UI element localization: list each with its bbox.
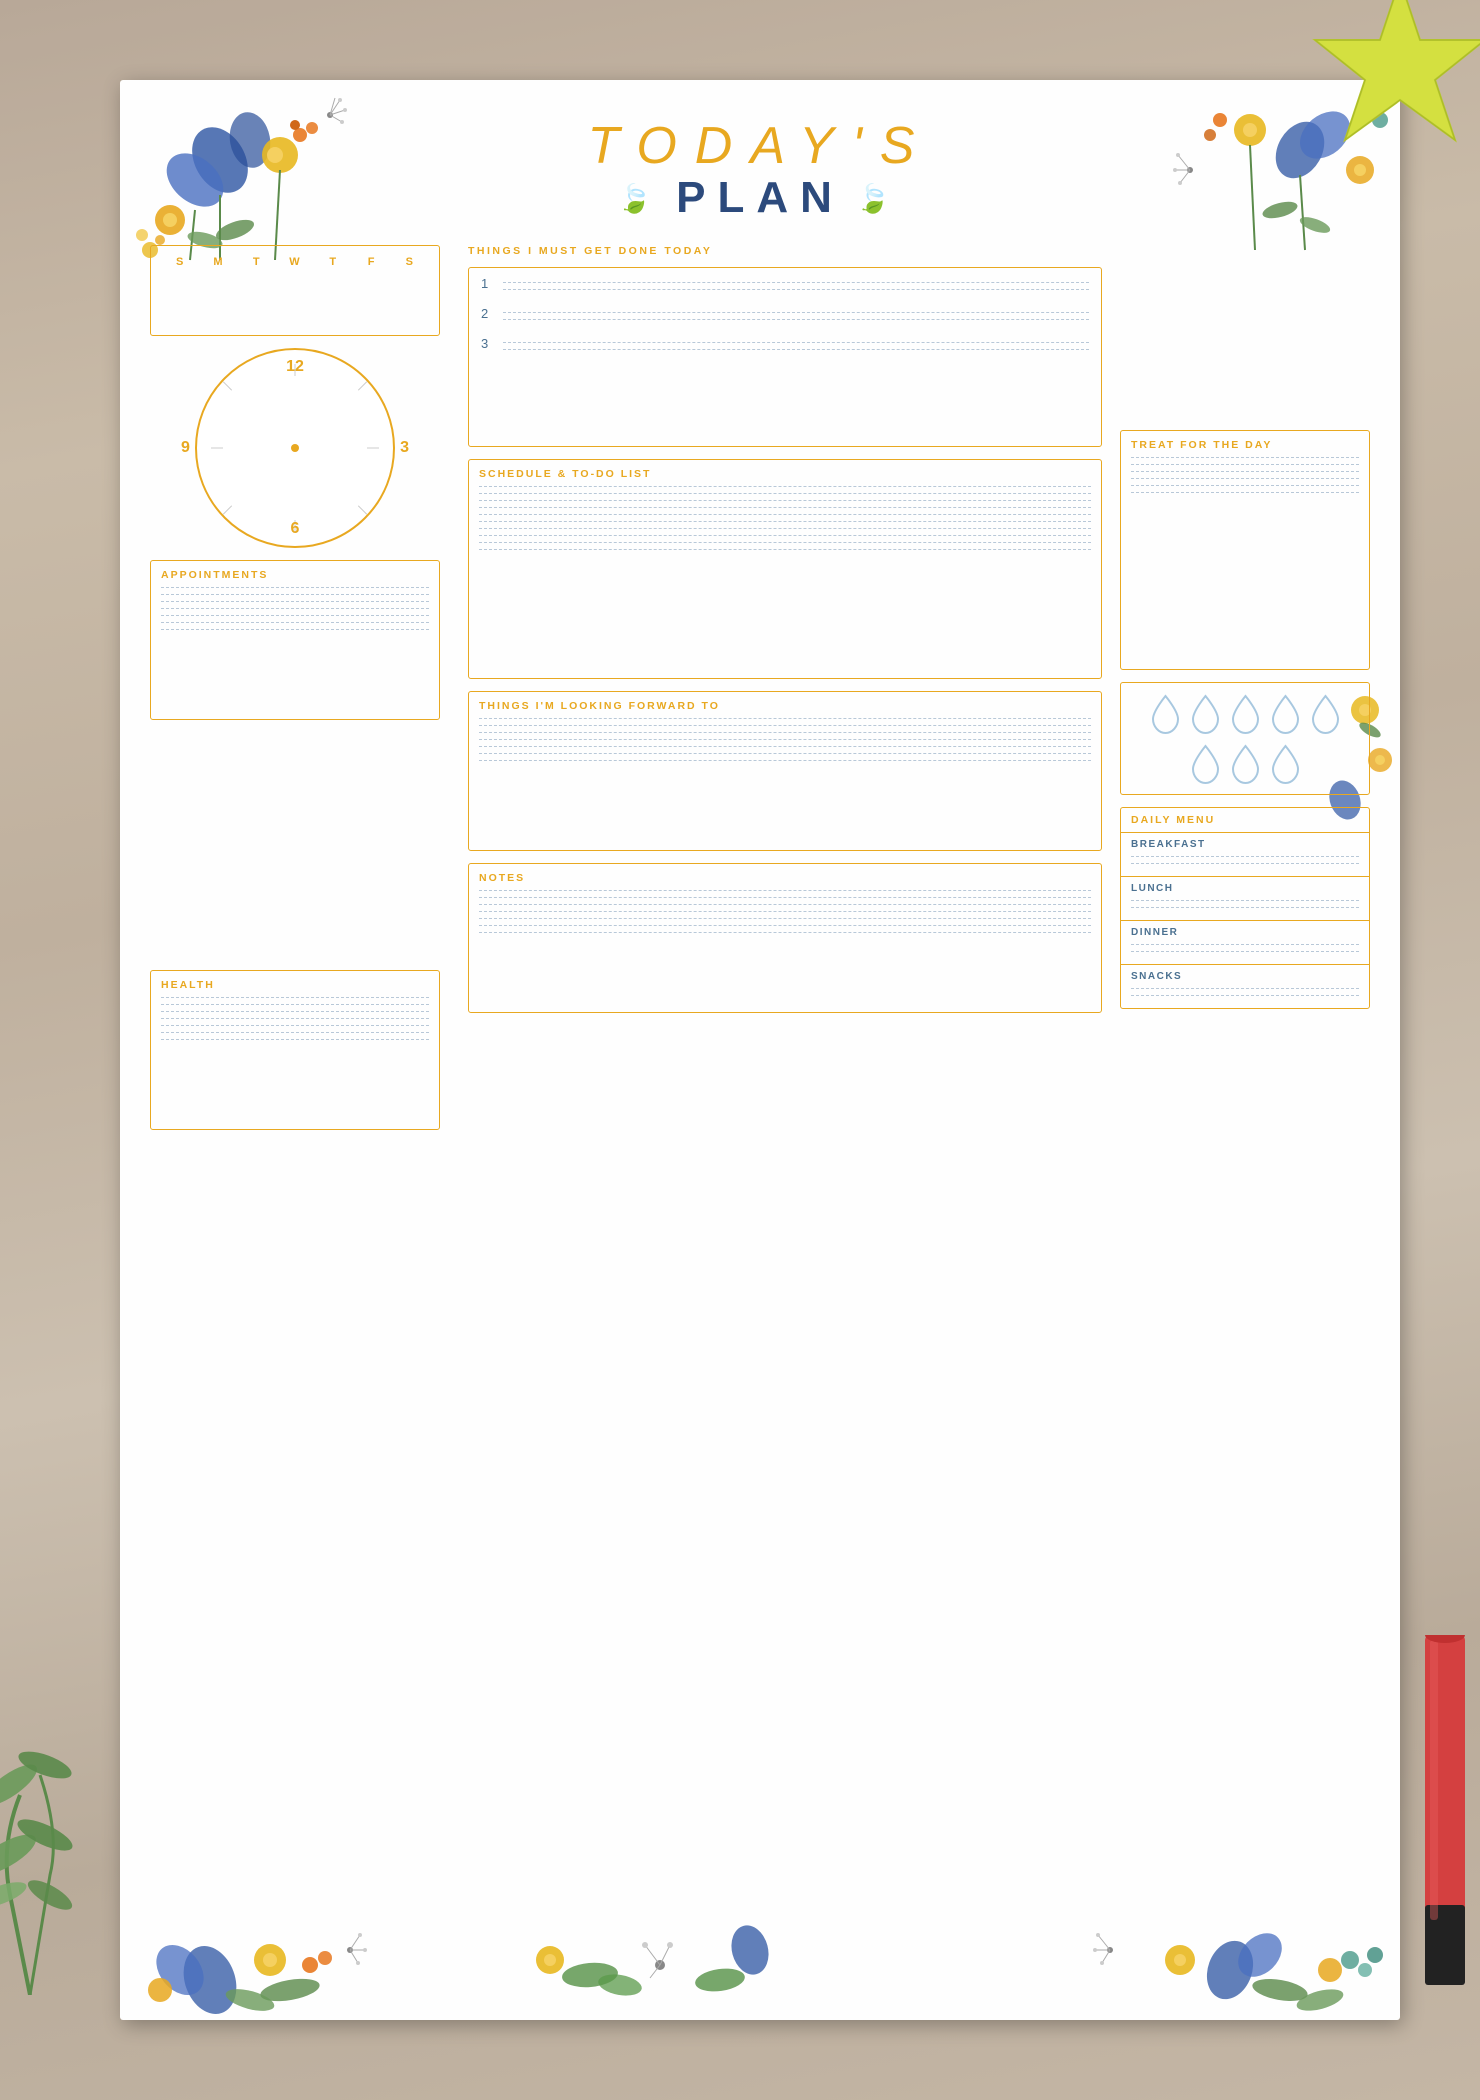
cal-day-t2: T [314,256,352,268]
treat-section: TREAT FOR THE DAY [1120,430,1370,670]
health-title: HEALTH [161,979,429,991]
star-icon [1300,0,1480,170]
health-section: HEALTH [150,970,440,1130]
things-num-1: 1 [481,276,503,291]
water-drop-1 [1148,691,1183,736]
lunch-item: LUNCH [1121,877,1369,921]
clock-12: 12 [286,358,304,376]
water-tracker [1120,682,1370,795]
calendar-header: S M T W T F S [161,254,429,272]
water-drop-2 [1188,691,1223,736]
health-section-wrapper: HEALTH [150,970,440,1142]
plan-label: 🍃 PLAN 🍃 [140,172,1380,225]
clock-face: 12 6 [195,348,395,548]
todays-label: TODAY'S [140,120,1380,172]
notes-section: NOTES [468,863,1102,1013]
cal-day-w: W [276,256,314,268]
cal-day-f: F [352,256,390,268]
clock-tick-right [367,447,379,448]
middle-column: THINGS I MUST GET DONE TODAY 1 2 [460,245,1110,1025]
star-decoration [1300,0,1480,175]
clock-6: 6 [291,520,300,538]
daily-menu-title: DAILY MENU [1121,808,1369,833]
clock-9: 9 [181,439,190,457]
daily-menu-section: DAILY MENU BREAKFAST LUNCH DINNER SNACKS [1120,807,1370,1009]
plant-icon [0,1695,90,1995]
appointments-section: APPOINTMENTS [150,560,440,720]
things-item-2: 2 [481,306,1089,326]
things-num-2: 2 [481,306,503,321]
things-section: THINGS I MUST GET DONE TODAY 1 2 [468,245,1102,447]
breakfast-item: BREAKFAST [1121,833,1369,877]
things-num-3: 3 [481,336,503,351]
cal-day-s1: S [161,256,199,268]
things-box: 1 2 [468,267,1102,447]
leaf-right-icon: 🍃 [856,182,903,216]
water-drop-8 [1268,741,1303,786]
floral-decoration-bottom [120,1890,1400,2020]
marker-decoration [1400,1635,1480,2020]
treat-title: TREAT FOR THE DAY [1131,439,1359,451]
clock-3: 3 [400,439,409,457]
notes-title: NOTES [479,872,1091,884]
clock-tick-225 [223,505,232,514]
water-drop-3 [1228,691,1263,736]
schedule-title: SCHEDULE & TO-DO LIST [479,468,1091,480]
clock-tick-left [211,447,223,448]
right-column: TREAT FOR THE DAY DAILY MENU BREAKFAST L… [1110,245,1370,1025]
snacks-title: SNACKS [1131,971,1359,982]
water-drop-5 [1308,691,1343,736]
plant-decoration [0,1695,90,2000]
clock-tick-315 [358,505,367,514]
calendar-body [161,272,429,327]
cal-day-s2: S [391,256,429,268]
clock-wrapper: 12 6 9 3 [195,348,395,548]
clock-container: 12 6 9 3 [150,348,440,548]
snacks-item: SNACKS [1121,965,1369,1008]
schedule-section: SCHEDULE & TO-DO LIST [468,459,1102,679]
breakfast-title: BREAKFAST [1131,839,1359,850]
main-layout: S M T W T F S [120,245,1400,1025]
dinner-title: DINNER [1131,927,1359,938]
dinner-item: DINNER [1121,921,1369,965]
things-lines-3 [503,336,1089,356]
clock-tick-135 [223,381,232,390]
things-item-3: 3 [481,336,1089,356]
water-drop-7 [1228,741,1263,786]
leaf-left-icon: 🍃 [617,182,664,216]
forward-section: THINGS I'M LOOKING FORWARD TO [468,691,1102,851]
water-drop-4 [1268,691,1303,736]
cal-day-m: M [199,256,237,268]
cal-day-t1: T [238,256,276,268]
lunch-title: LUNCH [1131,883,1359,894]
things-item-1: 1 [481,276,1089,296]
appointments-title: APPOINTMENTS [161,569,429,581]
clock-center-dot [291,444,299,452]
planner-paper: TODAY'S 🍃 PLAN 🍃 S M T W T F S [120,80,1400,2020]
clock-tick-45 [358,381,367,390]
things-title: THINGS I MUST GET DONE TODAY [468,245,1102,257]
water-drop-6 [1188,741,1223,786]
header-section: TODAY'S 🍃 PLAN 🍃 [120,80,1400,245]
things-lines-2 [503,306,1089,326]
forward-title: THINGS I'M LOOKING FORWARD TO [479,700,1091,712]
things-lines-1 [503,276,1089,296]
marker-icon [1400,1635,1480,2015]
left-column: S M T W T F S [150,245,460,1025]
calendar-section: S M T W T F S [150,245,440,336]
